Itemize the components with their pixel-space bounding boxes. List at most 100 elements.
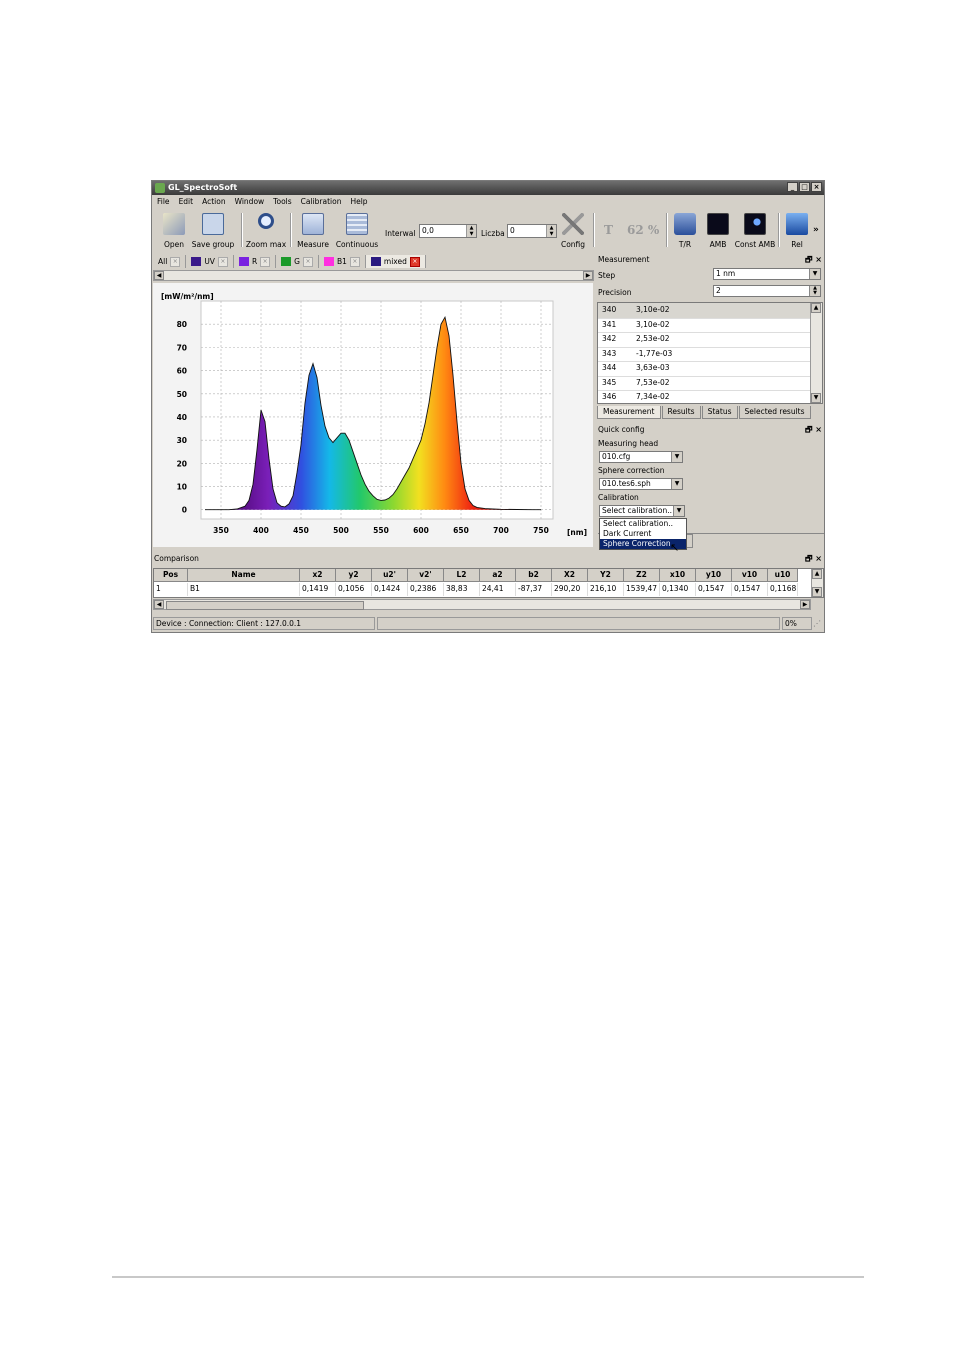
close-panel-icon[interactable]: ×: [815, 255, 822, 264]
column-header[interactable]: x2: [300, 569, 336, 582]
close-tab-icon[interactable]: ×: [409, 256, 420, 267]
menu-calibration[interactable]: Calibration: [301, 196, 342, 208]
measuring-head-select[interactable]: 010.cfg ▼: [599, 451, 683, 463]
close-button[interactable]: ×: [811, 182, 822, 192]
column-header[interactable]: v2': [408, 569, 444, 582]
column-header[interactable]: y2: [336, 569, 372, 582]
const-amb-button[interactable]: Const AMB: [735, 209, 775, 251]
x-tick-label: 500: [333, 526, 349, 535]
chevron-down-icon[interactable]: ▼: [671, 479, 682, 489]
column-header[interactable]: u10: [768, 569, 798, 582]
tab-all[interactable]: All ×: [153, 255, 187, 268]
close-tab-icon[interactable]: ×: [302, 256, 313, 267]
column-header[interactable]: a2: [480, 569, 516, 582]
float-panel-icon[interactable]: 🗗: [805, 425, 813, 434]
menu-edit[interactable]: Edit: [179, 196, 194, 208]
column-header[interactable]: v10: [732, 569, 768, 582]
menu-action[interactable]: Action: [202, 196, 226, 208]
tr-button[interactable]: T/R: [672, 209, 698, 251]
table-row[interactable]: 344 3,63e-03: [598, 361, 812, 377]
tab-status[interactable]: Status: [701, 406, 738, 419]
calibration-select[interactable]: Select calibration.. ▼: [599, 505, 685, 517]
tab-g[interactable]: G ×: [276, 255, 319, 268]
close-tab-icon[interactable]: ×: [217, 256, 228, 267]
column-header[interactable]: x10: [660, 569, 696, 582]
menu-help[interactable]: Help: [350, 196, 367, 208]
comparison-scrollbar[interactable]: ▲ ▼: [811, 569, 823, 597]
measure-button[interactable]: Measure: [297, 209, 329, 251]
amb-button[interactable]: AMB: [706, 209, 730, 251]
table-row[interactable]: 345 7,53e-02: [598, 376, 812, 391]
tab-results[interactable]: Results: [661, 406, 701, 419]
scroll-thumb[interactable]: [166, 601, 364, 610]
column-header[interactable]: X2: [552, 569, 588, 582]
comparison-table[interactable]: Pos Name x2 y2 u2' v2' L2 a2 b2 X2 Y2 Z2 x10 y10 v10 u1…: [153, 568, 824, 598]
table-row[interactable]: 342 2,53e-02: [598, 332, 812, 348]
chevron-down-icon[interactable]: ▼: [673, 506, 684, 516]
tab-b1[interactable]: B1 ×: [319, 255, 366, 268]
spin-arrows-icon[interactable]: ▲ ▼: [809, 286, 820, 296]
tab-r[interactable]: R ×: [234, 255, 277, 268]
comparison-hscrollbar[interactable]: ◀ ▶: [153, 599, 811, 610]
maximize-button[interactable]: □: [799, 182, 810, 192]
column-header[interactable]: L2: [444, 569, 480, 582]
close-panel-icon[interactable]: ×: [815, 425, 822, 434]
scroll-right-icon[interactable]: ▶: [583, 271, 593, 280]
minimize-button[interactable]: _: [787, 182, 798, 192]
step-select[interactable]: 1 nm ▼: [713, 268, 821, 280]
table-row[interactable]: 340 3,10e-02: [598, 303, 812, 319]
scroll-down-icon[interactable]: ▼: [811, 393, 821, 403]
rel-button[interactable]: Rel: [785, 209, 809, 251]
float-panel-icon[interactable]: 🗗: [805, 255, 813, 264]
close-panel-icon[interactable]: ×: [815, 554, 822, 563]
tab-measurement[interactable]: Measurement: [597, 406, 661, 419]
liczba-spinbox[interactable]: 0 ▲ ▼: [507, 224, 557, 238]
option-select-calibration[interactable]: Select calibration..: [600, 519, 686, 529]
float-panel-icon[interactable]: 🗗: [805, 554, 813, 563]
open-button[interactable]: Open: [160, 209, 188, 251]
scroll-right-icon[interactable]: ▶: [800, 600, 810, 609]
config-button[interactable]: Config: [560, 209, 586, 251]
measurement-table[interactable]: 340 3,10e-02 341 3,10e-02 342 2,53e-02 343-…: [597, 302, 823, 404]
chevron-down-icon[interactable]: ▼: [671, 452, 682, 462]
close-tab-icon[interactable]: ×: [170, 256, 181, 267]
column-header[interactable]: u2': [372, 569, 408, 582]
spin-arrows-icon[interactable]: ▲ ▼: [466, 225, 476, 237]
resize-grip-icon[interactable]: ⋰: [813, 619, 821, 628]
scroll-down-icon[interactable]: ▼: [812, 587, 822, 597]
option-dark-current[interactable]: Dark Current: [600, 529, 686, 539]
column-header[interactable]: Name: [188, 569, 300, 582]
column-header[interactable]: y10: [696, 569, 732, 582]
column-header[interactable]: Y2: [588, 569, 624, 582]
table-scrollbar[interactable]: ▲ ▼: [810, 303, 822, 403]
column-header[interactable]: Z2: [624, 569, 660, 582]
scroll-left-icon[interactable]: ◀: [154, 600, 164, 609]
zoom-max-button[interactable]: Zoom max: [246, 209, 286, 251]
spin-arrows-icon[interactable]: ▲ ▼: [546, 225, 556, 237]
menu-file[interactable]: File: [157, 196, 170, 208]
tab-selected-results[interactable]: Selected results: [738, 406, 811, 419]
scroll-up-icon[interactable]: ▲: [812, 569, 822, 579]
table-row[interactable]: 343 -1,77e-03: [598, 347, 812, 362]
close-tab-icon[interactable]: ×: [349, 256, 360, 267]
close-tab-icon[interactable]: ×: [260, 256, 271, 267]
save-group-button[interactable]: Save group: [192, 209, 234, 251]
tab-mixed[interactable]: mixed ×: [365, 255, 426, 268]
toolbar-overflow-button[interactable]: »: [813, 225, 819, 235]
tab-uv[interactable]: UV ×: [186, 255, 234, 268]
table-row[interactable]: 1 B1 0,1419 0,1056 0,1424 0,2386 38,83 24,41 -87…: [154, 583, 798, 596]
column-header[interactable]: Pos: [154, 569, 188, 582]
chevron-down-icon[interactable]: ▼: [809, 269, 820, 279]
continuous-button[interactable]: Continuous: [336, 209, 378, 251]
menu-window[interactable]: Window: [235, 196, 265, 208]
table-row[interactable]: 346 7,34e-02: [598, 390, 812, 403]
tabs-scrollbar[interactable]: ◀ ▶: [153, 270, 594, 281]
column-header[interactable]: b2: [516, 569, 552, 582]
interwal-spinbox[interactable]: 0,0 ▲ ▼: [419, 224, 477, 238]
precision-spinbox[interactable]: 2 ▲ ▼: [713, 285, 821, 297]
table-row[interactable]: 341 3,10e-02: [598, 318, 812, 333]
sphere-correction-select[interactable]: 010.tes6.sph ▼: [599, 478, 683, 490]
menu-tools[interactable]: Tools: [273, 196, 291, 208]
scroll-up-icon[interactable]: ▲: [811, 303, 821, 313]
scroll-left-icon[interactable]: ◀: [154, 271, 164, 280]
